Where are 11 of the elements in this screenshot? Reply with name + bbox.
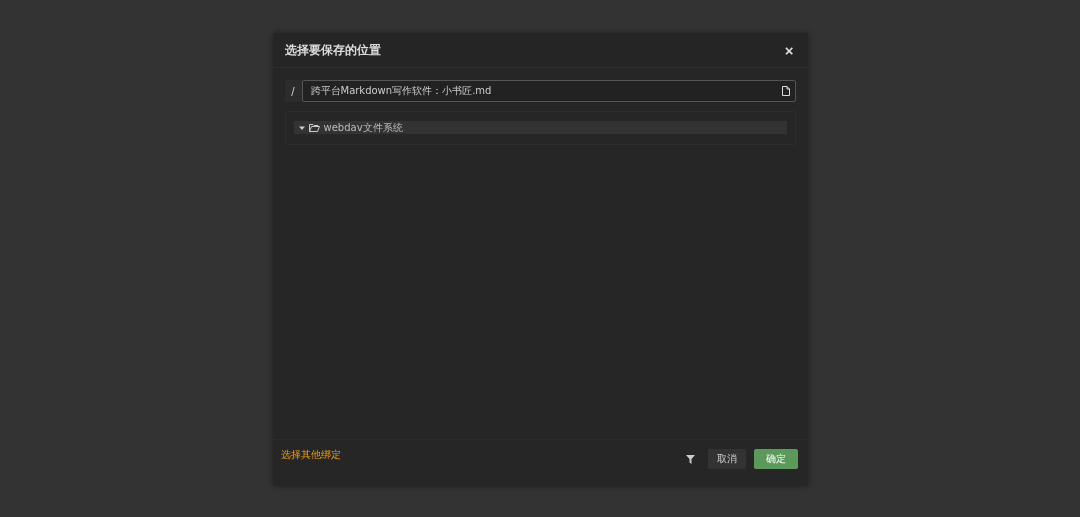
path-prefix: / — [284, 80, 302, 102]
file-icon — [781, 86, 790, 96]
close-button[interactable]: × — [784, 42, 794, 58]
tree-item[interactable]: webdav文件系统 — [293, 121, 787, 134]
other-binding-link[interactable]: 选择其他绑定 — [280, 448, 341, 462]
folder-icon — [308, 123, 320, 132]
filter-icon[interactable] — [685, 454, 695, 464]
cancel-button[interactable]: 取消 — [707, 449, 746, 469]
filename-field[interactable]: 跨平台Markdown写作软件：小书匠.md — [301, 80, 796, 102]
dialog-title: 选择要保存的位置 — [284, 41, 381, 59]
caret-icon[interactable] — [298, 124, 305, 131]
